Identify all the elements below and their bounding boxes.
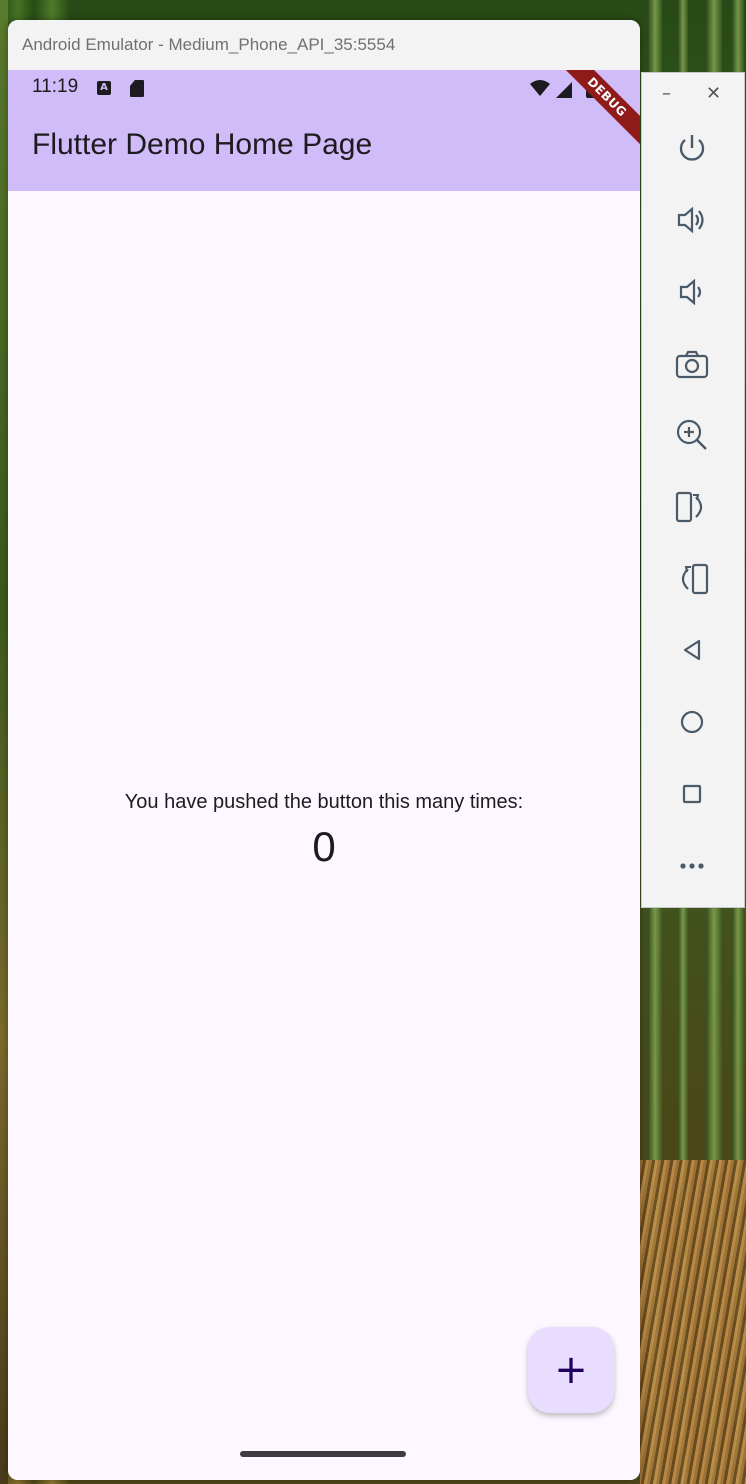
window-titlebar[interactable]: Android Emulator - Medium_Phone_API_35:5… [8, 20, 640, 70]
rotate-left-icon [675, 491, 703, 523]
overview-button[interactable] [668, 770, 716, 818]
camera-icon [675, 350, 709, 379]
home-icon [680, 710, 704, 734]
home-button[interactable] [668, 698, 716, 746]
screenshot-button[interactable] [668, 340, 716, 388]
wallpaper-foreground [640, 1160, 746, 1484]
signal-icon [556, 82, 572, 98]
zoom-icon [676, 419, 707, 450]
volume-down-icon [679, 278, 702, 306]
overview-icon [682, 784, 702, 804]
volume-up-icon [677, 206, 704, 234]
sd-card-icon [130, 80, 144, 97]
desktop-wallpaper-left [0, 0, 8, 1484]
wifi-icon [530, 80, 550, 96]
app-bar-title: Flutter Demo Home Page [32, 128, 373, 161]
window-title: Android Emulator - Medium_Phone_API_35:5… [22, 35, 396, 54]
rotate-left-button[interactable] [668, 483, 716, 531]
gesture-home-indicator[interactable] [240, 1451, 406, 1457]
app-body: You have pushed the button this many tim… [8, 191, 640, 1480]
emulator-window: Android Emulator - Medium_Phone_API_35:5… [8, 20, 640, 1480]
back-icon [683, 639, 701, 661]
toolbar-window-controls: – ✕ [642, 83, 744, 107]
counter-value: 0 [312, 823, 336, 870]
emulator-toolbar: – ✕ [641, 72, 745, 908]
back-button[interactable] [668, 626, 716, 674]
power-icon [679, 135, 705, 161]
minimize-button[interactable]: – [662, 83, 671, 104]
status-bar: 11:19 A [8, 70, 640, 106]
rotate-right-icon [681, 563, 709, 595]
close-button[interactable]: ✕ [706, 83, 721, 104]
increment-fab[interactable]: + [528, 1327, 614, 1413]
zoom-button[interactable] [668, 411, 716, 459]
counter-label: You have pushed the button this many tim… [124, 791, 524, 813]
more-icon [680, 863, 704, 869]
notification-a-icon: A [97, 81, 111, 95]
app-bar: 11:19 A Flutter Demo Home Page DEBUG [8, 70, 640, 191]
volume-up-button[interactable] [668, 196, 716, 244]
add-icon: + [554, 1347, 588, 1393]
rotate-right-button[interactable] [668, 555, 716, 603]
status-time: 11:19 [32, 76, 79, 97]
volume-down-button[interactable] [668, 268, 716, 316]
power-button[interactable] [668, 125, 716, 173]
more-button[interactable] [668, 841, 716, 889]
